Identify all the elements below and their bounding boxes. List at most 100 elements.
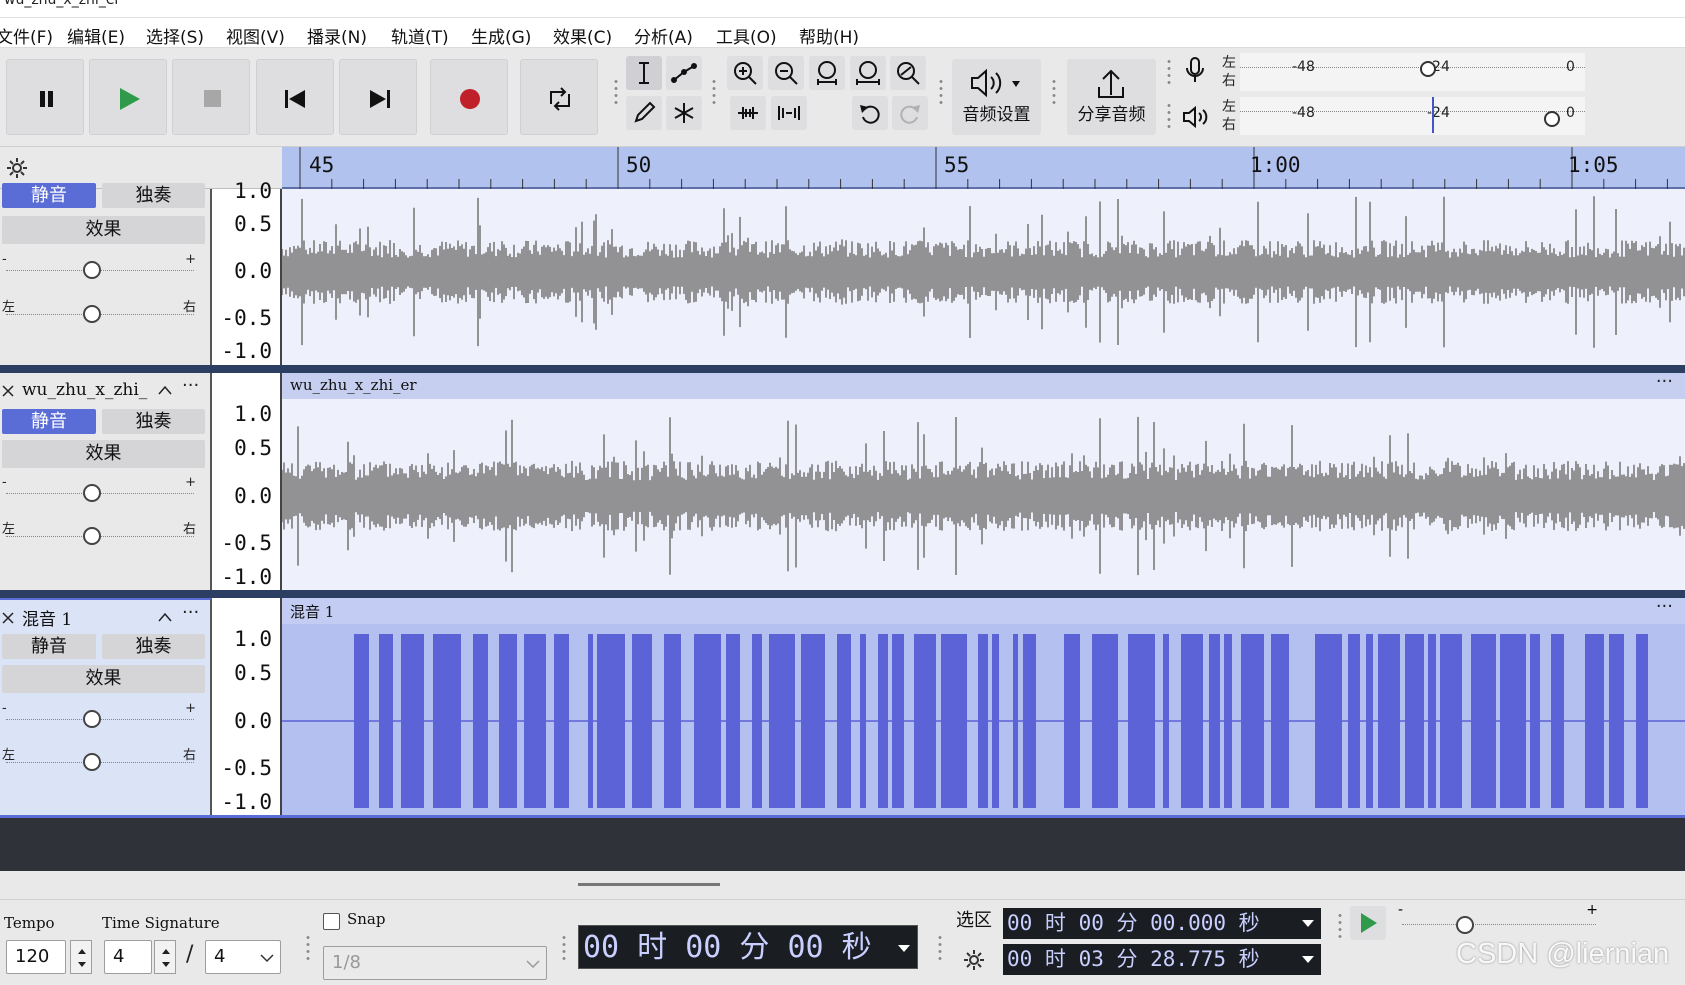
skip-start-button[interactable] — [256, 59, 334, 135]
track-2-pan-slider[interactable]: 左 右 — [2, 522, 198, 546]
fit-selection-button[interactable] — [809, 56, 845, 90]
track-menu-icon[interactable]: ··· — [182, 375, 199, 396]
horizontal-scrollbar[interactable] — [0, 871, 1685, 899]
selection-tool-button[interactable] — [626, 56, 662, 90]
track-menu-icon[interactable]: ··· — [182, 602, 199, 623]
track-1-gain-slider[interactable]: - + — [2, 252, 198, 280]
record-meter[interactable]: -48 -24 0 — [1240, 53, 1585, 91]
pan-slider-thumb[interactable] — [83, 527, 101, 545]
menu-view[interactable]: 视图(V) — [226, 23, 285, 48]
zoom-toggle-button[interactable] — [890, 56, 926, 90]
zoom-in-button[interactable] — [727, 56, 763, 90]
close-track-icon[interactable] — [2, 612, 14, 624]
track-2-gain-slider[interactable]: - + — [2, 475, 198, 503]
play-at-speed-button[interactable] — [1350, 906, 1386, 940]
snap-dropdown[interactable]: 1/8 — [323, 946, 547, 980]
track-2-name[interactable]: wu_zhu_x_zhi_ — [22, 380, 147, 400]
tempo-spinner[interactable] — [70, 940, 92, 974]
gain-slider-thumb[interactable] — [83, 710, 101, 728]
pan-slider-thumb[interactable] — [83, 753, 101, 771]
loop-button[interactable] — [520, 59, 598, 135]
track-3-solo-button[interactable]: 独奏 — [102, 634, 205, 659]
timeline-ruler[interactable]: 45 50 55 1:00 1:05 — [282, 147, 1685, 189]
clip-title-bar[interactable]: 混音 1 ··· — [282, 598, 1685, 624]
redo-button[interactable] — [892, 96, 928, 130]
collapse-track-icon[interactable] — [158, 612, 172, 622]
time-sig-spinner[interactable] — [154, 940, 176, 974]
skip-end-button[interactable] — [339, 59, 417, 135]
toolbar-grip[interactable] — [936, 934, 944, 960]
play-meter-thumb[interactable] — [1544, 111, 1560, 127]
zoom-out-button[interactable] — [768, 56, 804, 90]
track-3-waveform[interactable]: 混音 1 ··· — [282, 598, 1685, 815]
play-button[interactable] — [89, 59, 167, 135]
menu-transport[interactable]: 播录(N) — [307, 23, 367, 48]
toolbar-grip[interactable] — [1165, 102, 1173, 128]
track-1-mute-button[interactable]: 静音 — [2, 183, 96, 208]
menu-effect[interactable]: 效果(C) — [553, 23, 612, 48]
toolbar-grip[interactable] — [1165, 58, 1173, 84]
toolbar-grip[interactable] — [1050, 78, 1058, 104]
audio-setup-button[interactable]: 音频设置 — [952, 59, 1041, 135]
clip-menu-icon[interactable]: ··· — [1656, 373, 1673, 392]
pan-slider-thumb[interactable] — [83, 305, 101, 323]
fit-project-button[interactable] — [850, 56, 886, 90]
track-2-waveform[interactable]: wu_zhu_x_zhi_er ··· — [282, 373, 1685, 590]
menu-analyze[interactable]: 分析(A) — [634, 23, 693, 48]
undo-button[interactable] — [852, 96, 888, 130]
stop-button[interactable] — [172, 59, 250, 135]
menu-generate[interactable]: 生成(G) — [471, 23, 531, 48]
tempo-input[interactable]: 120 — [6, 940, 66, 974]
collapse-track-icon[interactable] — [158, 385, 172, 395]
menu-edit[interactable]: 编辑(E) — [67, 23, 125, 48]
toolbar-grip[interactable] — [612, 78, 620, 104]
track-1-effects-button[interactable]: 效果 — [2, 216, 205, 244]
track-1-waveform[interactable] — [282, 189, 1685, 365]
toolbar-grip[interactable] — [560, 934, 568, 960]
track-2-mute-button[interactable]: 静音 — [2, 409, 96, 434]
record-button[interactable] — [430, 59, 508, 135]
rec-meter-thumb[interactable] — [1420, 61, 1436, 77]
track-2-solo-button[interactable]: 独奏 — [102, 409, 205, 434]
time-sig-denominator[interactable]: 4 — [205, 940, 281, 974]
menu-tracks[interactable]: 轨道(T) — [391, 23, 449, 48]
envelope-tool-button[interactable] — [666, 56, 702, 90]
selection-end[interactable]: 00 时 03 分 28.775 秒 — [1003, 944, 1321, 975]
menu-help[interactable]: 帮助(H) — [799, 23, 859, 48]
selection-start[interactable]: 00 时 00 分 00.000 秒 — [1003, 908, 1321, 939]
toolbar-grip[interactable] — [710, 78, 718, 104]
play-meter-button[interactable] — [1180, 100, 1210, 134]
empty-track-area[interactable] — [0, 815, 1685, 871]
playback-meter[interactable]: -48 -24 0 — [1240, 97, 1585, 135]
track-3-pan-slider[interactable]: 左 右 — [2, 748, 198, 772]
pause-button[interactable] — [6, 59, 84, 135]
speed-slider-thumb[interactable] — [1456, 916, 1474, 934]
time-display[interactable]: 00 时 00 分 00 秒 — [578, 925, 918, 969]
close-track-icon[interactable] — [2, 385, 14, 397]
time-sig-numerator[interactable]: 4 — [104, 940, 152, 974]
record-meter-button[interactable] — [1180, 54, 1210, 88]
scrollbar-thumb[interactable] — [578, 883, 720, 886]
clip-menu-icon[interactable]: ··· — [1656, 598, 1673, 617]
draw-tool-button[interactable] — [626, 96, 662, 130]
menu-select[interactable]: 选择(S) — [146, 23, 204, 48]
track-2-effects-button[interactable]: 效果 — [2, 440, 205, 468]
track-1-solo-button[interactable]: 独奏 — [102, 183, 205, 208]
track-3-name[interactable]: 混音 1 — [22, 605, 72, 630]
track-3-effects-button[interactable]: 效果 — [2, 665, 205, 693]
toolbar-grip[interactable] — [937, 78, 945, 104]
gain-slider-thumb[interactable] — [83, 261, 101, 279]
toolbar-grip[interactable] — [304, 934, 312, 960]
share-audio-button[interactable]: 分享音频 — [1067, 59, 1156, 135]
trim-button[interactable] — [730, 96, 766, 130]
toolbar-grip[interactable] — [1336, 912, 1344, 938]
snap-checkbox[interactable] — [323, 913, 340, 930]
menu-file[interactable]: 文件(F) — [0, 23, 53, 48]
gear-icon[interactable] — [962, 948, 986, 972]
gear-icon[interactable] — [5, 156, 29, 180]
track-3-gain-slider[interactable]: - + — [2, 701, 198, 729]
menu-tools[interactable]: 工具(O) — [716, 23, 777, 48]
multi-tool-button[interactable] — [666, 96, 702, 130]
gain-slider-thumb[interactable] — [83, 484, 101, 502]
track-3-mute-button[interactable]: 静音 — [2, 634, 96, 659]
